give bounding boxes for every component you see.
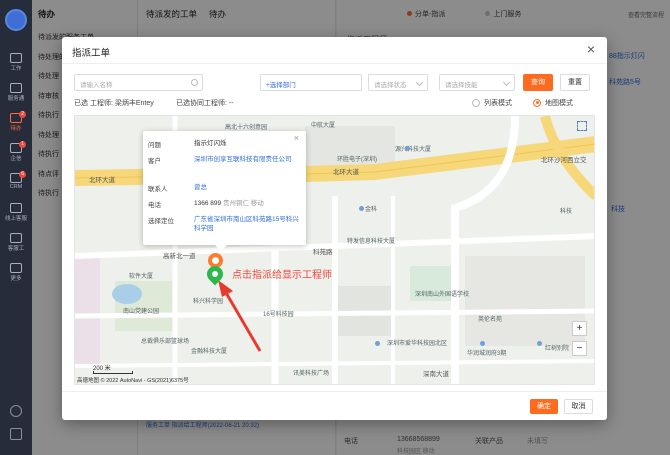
popup-phone-value: 1366 899 贵州铜仁 移动	[194, 200, 264, 207]
settings-icon[interactable]	[10, 405, 22, 417]
list-mode-radio[interactable]: 列表模式	[472, 98, 512, 108]
rail-item-todo[interactable]: 待办 2	[0, 110, 32, 136]
dialog-title: 指派工单	[72, 48, 111, 59]
grid-icon	[10, 263, 22, 273]
rail-item-work[interactable]: 工作	[0, 50, 32, 76]
popup-issue-value: 指示灯闪烁	[194, 140, 227, 147]
dialog-footer: 确定 取消	[62, 391, 607, 420]
map-label-poi: 英伦名苑	[478, 317, 503, 323]
user-avatar[interactable]	[5, 9, 27, 31]
department-select[interactable]: +选择部门	[260, 74, 362, 91]
app-sidebar: 工作 服务通 待办 2 企信 1 CRM 6 线上客服 客服工 更多	[0, 0, 32, 455]
map-label-poi: 总裁俱乐部篮球场	[141, 339, 190, 345]
radio-icon	[472, 98, 480, 107]
radio-selected-icon	[533, 98, 541, 107]
map-scale-bar	[93, 371, 133, 374]
headset-icon	[10, 203, 22, 213]
map-attribution: 高德地图 © 2022 AutoNavi - GS(2021)6375号	[77, 378, 189, 384]
cancel-button[interactable]: 取消	[564, 399, 593, 414]
map-view[interactable]: 北环大道 北环大道 北环沙河西立交 科兴科学园 深圳南山外国语学校 南山党建公园…	[74, 115, 595, 385]
poi-marker	[480, 341, 485, 346]
zoom-out-button[interactable]: −	[572, 341, 587, 356]
map-label-road: 科苑路	[313, 249, 333, 256]
work-icon	[10, 53, 22, 63]
poi-marker	[405, 146, 410, 151]
map-label-poi: 红树别院	[545, 346, 570, 352]
filter-bar: 请输入名称 +选择部门 请选择状态 请选择技能 查询 重置	[74, 74, 595, 91]
todo-badge: 2	[19, 111, 26, 118]
map-label-school: 深圳南山外国语学校	[415, 292, 470, 298]
selected-co-engineers: 已选协同工程师: --	[176, 100, 234, 107]
status-select[interactable]: 请选择状态	[368, 74, 428, 91]
fullscreen-icon[interactable]	[577, 121, 587, 131]
crm-badge: 6	[19, 171, 26, 178]
map-label-poi: 中航大厦	[311, 123, 336, 129]
rail-item-crm[interactable]: CRM 6	[0, 170, 32, 196]
map-label-poi: 金融科技大厦	[191, 349, 228, 355]
popup-label: 选择定位	[148, 218, 174, 225]
rail-item-more[interactable]: 更多	[0, 260, 32, 286]
search-icon	[191, 79, 198, 86]
popup-label: 客户	[148, 158, 161, 165]
map-label-poi: 华润城润府3期	[467, 351, 507, 357]
map-annotation: 点击指派给显示工程师	[232, 270, 332, 281]
popup-location-value[interactable]: 广东省深圳市南山区科苑路15号科兴科学园	[194, 215, 299, 233]
selection-summary: 已选 工程师: 梁炳丰Entey 已选协同工程师: -- 列表模式 地图模式	[74, 98, 595, 110]
map-label-road: 北环大道	[333, 169, 359, 176]
popup-label: 问题	[148, 142, 161, 149]
rail-item-chat[interactable]: 企信 1	[0, 140, 32, 166]
chat-badge: 1	[19, 141, 26, 148]
poi-marker	[375, 341, 380, 346]
poi-marker	[537, 341, 542, 346]
edit-icon[interactable]	[10, 428, 22, 440]
map-label-poi: 高北十六创意园	[225, 125, 268, 131]
customer-info-popup: × 问题 指示灯闪烁 客户 深圳市创享互联科技有限责任公司 联系人 曾总 电话 …	[143, 131, 306, 251]
map-label-interchange: 北环沙河西立交	[541, 157, 587, 164]
map-label-road: 北环大道	[89, 177, 115, 184]
rail-item-online-service[interactable]: 线上客服	[0, 200, 32, 226]
popup-label: 电话	[148, 202, 161, 209]
map-label-poi: 科兴科学园	[193, 299, 224, 305]
map-label-poi: 深圳市爱华科技园北区	[387, 341, 448, 347]
rail-item-service[interactable]: 服务通	[0, 80, 32, 106]
poi-marker	[359, 206, 364, 211]
map-label-poi: 源兴科技大厦	[395, 147, 432, 153]
reset-button[interactable]: 重置	[560, 74, 590, 91]
map-label-poi: 特发信息科技大厦	[347, 239, 396, 245]
chevron-down-icon	[415, 78, 424, 87]
map-label-poi: 科技	[560, 209, 573, 215]
map-label-road: 高新北一道	[163, 253, 196, 260]
zoom-in-button[interactable]: +	[572, 321, 587, 336]
map-label-poi: 16号科技园	[263, 312, 294, 318]
service-icon	[10, 83, 22, 93]
dispatch-dialog: 指派工单 × 请输入名称 +选择部门 请选择状态 请选择技能 查询 重置 已选 …	[62, 37, 607, 420]
agent-icon	[10, 233, 22, 243]
map-label-road: 深南大道	[423, 371, 449, 378]
dialog-header: 指派工单 ×	[62, 37, 607, 64]
map-label-park: 南山党建公园	[123, 309, 160, 315]
selected-engineer: 已选 工程师: 梁炳丰Entey	[74, 100, 154, 107]
map-label-poi: 环胜电子(深圳)	[337, 157, 377, 163]
rail-item-agent[interactable]: 客服工	[0, 230, 32, 256]
name-search-input[interactable]: 请输入名称	[74, 74, 203, 91]
chevron-down-icon	[502, 78, 511, 87]
map-label-poi: 讯美科技广场	[293, 371, 330, 377]
confirm-button[interactable]: 确定	[530, 399, 558, 414]
map-label-poi: 金科	[365, 207, 378, 213]
skill-select[interactable]: 请选择技能	[439, 74, 515, 91]
map-mode-radio[interactable]: 地图模式	[533, 98, 573, 108]
popup-customer-value[interactable]: 深圳市创享互联科技有限责任公司	[194, 155, 299, 164]
popup-label: 联系人	[148, 186, 168, 193]
map-label-poi: 软件大厦	[129, 274, 154, 280]
close-icon[interactable]: ×	[587, 42, 595, 56]
search-button[interactable]: 查询	[523, 74, 553, 91]
popup-contact-value[interactable]: 曾总	[194, 183, 299, 192]
